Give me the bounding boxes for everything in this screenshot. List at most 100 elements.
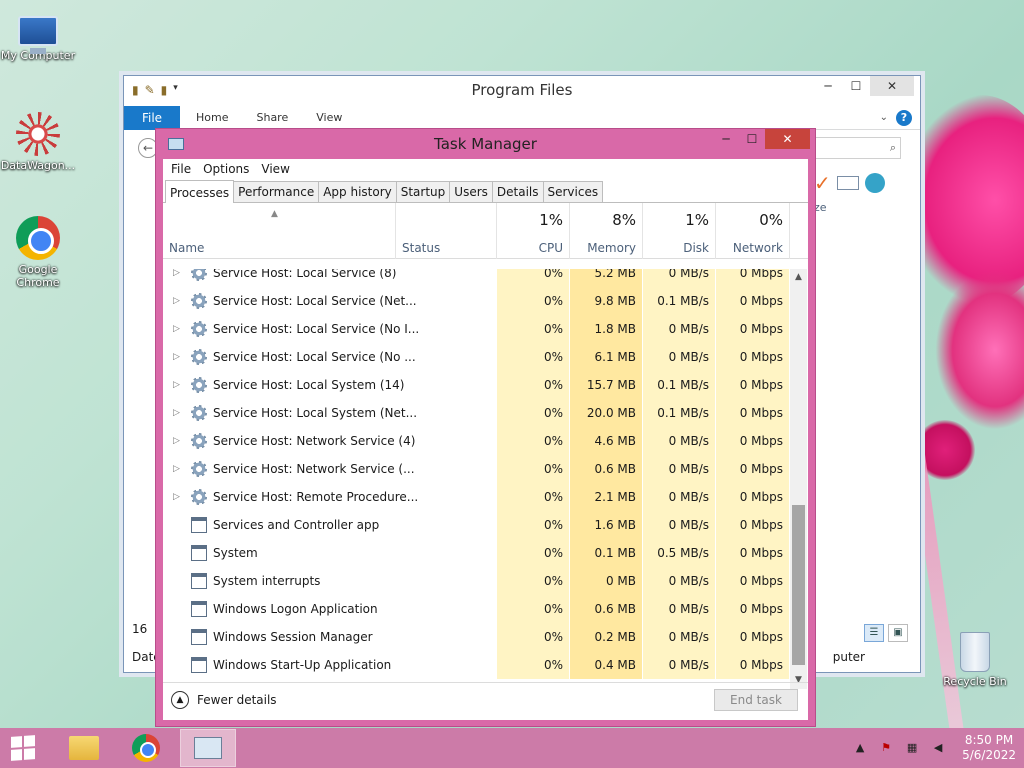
ribbon-tab-view[interactable]: View	[302, 111, 356, 124]
end-task-button[interactable]: End task	[714, 689, 798, 711]
process-row[interactable]: ▷ Service Host: Local Service (No ... 0% 6.…	[163, 343, 790, 371]
process-memory: 1.6 MB	[570, 511, 643, 539]
column-header-disk[interactable]: 1% Disk	[643, 203, 716, 259]
start-button[interactable]	[0, 728, 46, 768]
gear-icon	[191, 461, 207, 477]
close-button[interactable]: ✕	[765, 129, 810, 149]
menu-file[interactable]: File	[171, 162, 191, 176]
desktop-icon-label: Google Chrome	[16, 263, 60, 289]
desktop-icon-google-chrome[interactable]: Google Chrome	[0, 216, 76, 289]
globe-icon[interactable]	[864, 173, 885, 193]
gear-icon	[191, 433, 207, 449]
network-icon[interactable]: ▦	[904, 741, 920, 755]
minimize-button[interactable]: ─	[713, 129, 739, 149]
process-row[interactable]: System 0% 0.1 MB 0.5 MB/s 0 Mbps	[163, 539, 790, 567]
expand-arrow-icon[interactable]: ▷	[173, 483, 180, 511]
tab-processes[interactable]: Processes	[165, 180, 235, 203]
taskbar-file-explorer[interactable]	[56, 729, 112, 767]
menu-options[interactable]: Options	[203, 162, 249, 176]
process-row[interactable]: ▷ Service Host: Local Service (Net... 0% 9.…	[163, 287, 790, 315]
explorer-search-input[interactable]: s ⌕	[801, 137, 901, 159]
maximize-button[interactable]: ☐	[739, 129, 765, 149]
details-view-icon[interactable]: ☰	[864, 624, 884, 642]
tab-details[interactable]: Details	[491, 181, 544, 202]
desktop-icon-recycle-bin[interactable]: Recycle Bin	[937, 632, 1013, 688]
process-row[interactable]: ▷ Service Host: Network Service (... 0% 0.6…	[163, 455, 790, 483]
fewer-details-label: Fewer details	[197, 693, 277, 707]
scroll-up-arrow-icon[interactable]: ▲	[790, 269, 807, 286]
fewer-details-button[interactable]: ▲ Fewer details	[171, 691, 277, 709]
expand-arrow-icon[interactable]: ▷	[173, 455, 180, 483]
column-header-name[interactable]: ▲ Name	[163, 203, 396, 259]
process-memory: 0 MB	[570, 567, 643, 595]
task-manager-window[interactable]: Task Manager ─ ☐ ✕ File Options View Pro…	[155, 128, 816, 727]
minimize-button[interactable]: ─	[814, 76, 842, 96]
process-row[interactable]: Windows Session Manager 0% 0.2 MB 0 MB/s 0 M…	[163, 623, 790, 651]
menu-view[interactable]: View	[261, 162, 289, 176]
process-row[interactable]: Windows Start-Up Application 0% 0.4 MB 0 MB…	[163, 651, 790, 679]
expand-arrow-icon[interactable]: ▷	[173, 343, 180, 371]
desktop-icon-my-computer[interactable]: My Computer	[0, 10, 76, 62]
volume-muted-icon[interactable]: ◀	[930, 741, 946, 755]
gear-icon	[191, 489, 207, 505]
action-center-icon[interactable]: ⚑	[878, 741, 894, 755]
process-name: Windows Start-Up Application	[213, 658, 392, 672]
tab-performance[interactable]: Performance	[233, 181, 320, 202]
checkmark-icon[interactable]: ✓	[814, 171, 831, 195]
column-header-status[interactable]: Status	[396, 203, 497, 259]
process-cpu: 0%	[497, 651, 570, 679]
process-row[interactable]: System interrupts 0% 0 MB 0 MB/s 0 Mbps	[163, 567, 790, 595]
column-header-cpu[interactable]: 1% CPU	[497, 203, 570, 259]
help-icon[interactable]: ?	[896, 109, 912, 126]
rename-icon[interactable]	[836, 176, 859, 190]
process-name: Service Host: Remote Procedure...	[213, 490, 419, 504]
scrollbar-thumb[interactable]	[792, 505, 805, 665]
clock[interactable]: 8:50 PM 5/6/2022	[956, 733, 1016, 763]
expand-arrow-icon[interactable]: ▷	[173, 287, 180, 315]
app-window-icon	[191, 601, 207, 617]
explorer-title-bar[interactable]: ▮ ✎ ▮ ▾ Program Files ─ ☐ ✕	[124, 76, 920, 104]
tab-services[interactable]: Services	[542, 181, 604, 202]
expand-arrow-icon[interactable]: ▷	[173, 371, 180, 399]
column-header-size[interactable]: ze	[814, 201, 919, 214]
large-icons-view-icon[interactable]: ▣	[888, 624, 908, 642]
process-disk: 0 MB/s	[643, 483, 716, 511]
disk-total-percent: 1%	[685, 211, 709, 229]
search-icon[interactable]: ⌕	[890, 138, 896, 158]
show-hidden-icons-icon[interactable]: ▲	[852, 741, 868, 755]
tab-users[interactable]: Users	[449, 181, 493, 202]
chevron-down-icon[interactable]: ⌄	[880, 112, 888, 123]
ribbon-tab-home[interactable]: Home	[180, 111, 242, 124]
process-row[interactable]: Windows Logon Application 0% 0.6 MB 0 MB/s 0…	[163, 595, 790, 623]
tab-app-history[interactable]: App history	[318, 181, 397, 202]
process-row[interactable]: Services and Controller app 0% 1.6 MB 0 MB/…	[163, 511, 790, 539]
process-row[interactable]: ▷ Service Host: Local Service (8) 0% 5.2 MB…	[163, 269, 790, 287]
desktop-icon-datawagon[interactable]: DataWagon...	[0, 112, 76, 172]
process-row[interactable]: ▷ Service Host: Network Service (4) 0% 4.6 …	[163, 427, 790, 455]
process-name-cell: Services and Controller app	[163, 511, 497, 539]
process-row[interactable]: ▷ Service Host: Local System (Net... 0% 20.…	[163, 399, 790, 427]
process-list-scrollbar[interactable]: ▲ ▼	[790, 269, 807, 689]
expand-arrow-icon[interactable]: ▷	[173, 427, 180, 455]
ribbon-file-tab[interactable]: File	[124, 105, 180, 130]
tab-startup[interactable]: Startup	[395, 181, 451, 202]
process-row[interactable]: ▷ Service Host: Remote Procedure... 0% 2.1 …	[163, 483, 790, 511]
network-total-percent: 0%	[759, 211, 783, 229]
explorer-status-count: 16	[132, 622, 148, 636]
process-row[interactable]: ▷ Service Host: Local Service (No I... 0% 1…	[163, 315, 790, 343]
maximize-button[interactable]: ☐	[842, 76, 870, 96]
process-name: Windows Session Manager	[213, 630, 373, 644]
column-header-memory[interactable]: 8% Memory	[570, 203, 643, 259]
close-button[interactable]: ✕	[870, 76, 914, 96]
ribbon-tab-share[interactable]: Share	[242, 111, 302, 124]
column-header-network[interactable]: 0% Network	[716, 203, 790, 259]
taskbar-task-manager[interactable]	[180, 729, 236, 767]
process-cpu: 0%	[497, 269, 570, 287]
process-name: Windows Logon Application	[213, 602, 378, 616]
expand-arrow-icon[interactable]: ▷	[173, 399, 180, 427]
expand-arrow-icon[interactable]: ▷	[173, 315, 180, 343]
process-row[interactable]: ▷ Service Host: Local System (14) 0% 15.7 M…	[163, 371, 790, 399]
taskbar-chrome[interactable]	[118, 729, 174, 767]
task-manager-title-bar[interactable]: Task Manager ─ ☐ ✕	[163, 129, 810, 159]
expand-arrow-icon[interactable]: ▷	[173, 269, 180, 287]
